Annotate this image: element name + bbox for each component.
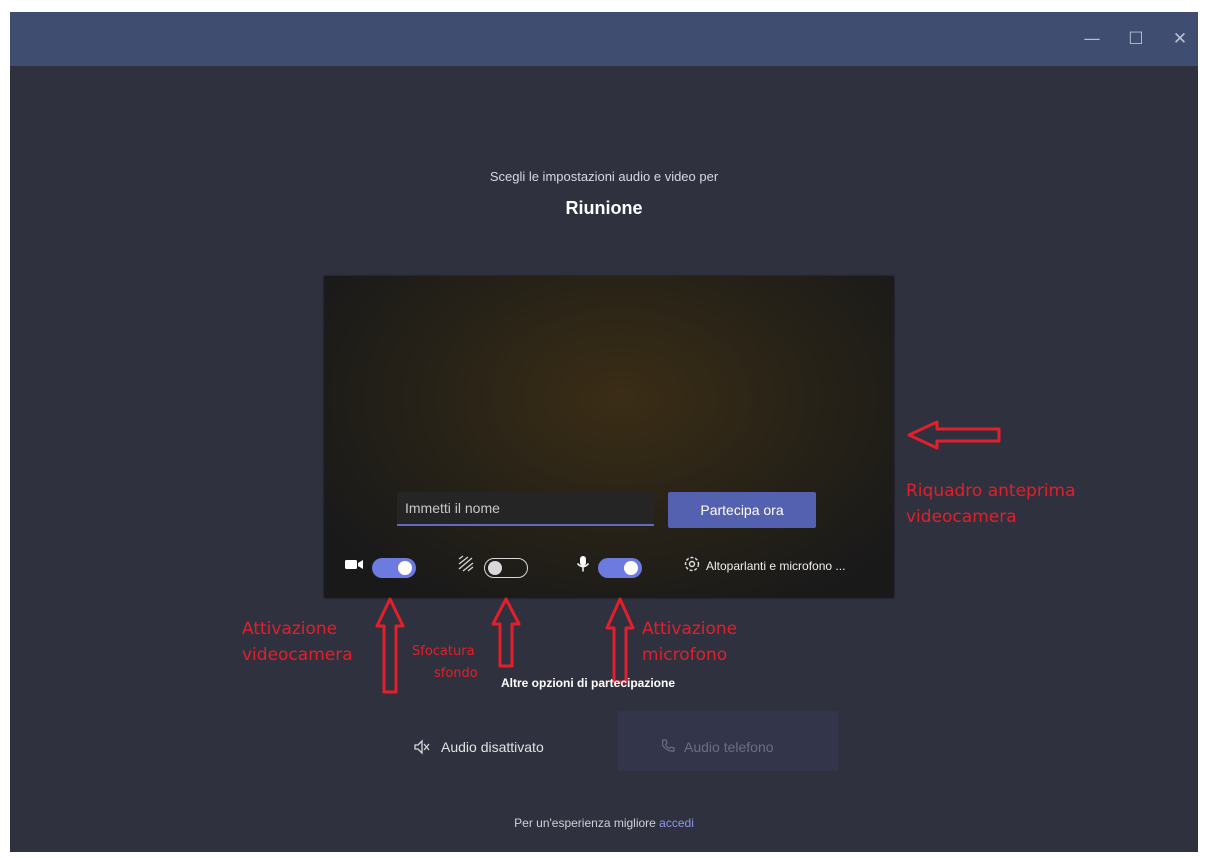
sign-in-footer: Per un'esperienza migliore accedi bbox=[10, 816, 1198, 830]
toggle-knob bbox=[624, 561, 638, 575]
sign-in-link[interactable]: accedi bbox=[659, 816, 694, 830]
name-input[interactable] bbox=[397, 492, 654, 526]
video-preview: Partecipa ora bbox=[324, 276, 894, 598]
microphone-annotation-line1: Attivazione bbox=[642, 619, 738, 639]
toggle-knob bbox=[398, 561, 412, 575]
background-blur-icon bbox=[458, 555, 474, 572]
maximize-icon[interactable]: ☐ bbox=[1116, 26, 1156, 52]
app-window: — ☐ ✕ Scegli le impostazioni audio e vid… bbox=[10, 12, 1198, 852]
camera-annotation-line1: Attivazione bbox=[242, 619, 338, 639]
camera-icon bbox=[345, 560, 363, 569]
microphone-toggle[interactable] bbox=[598, 558, 642, 578]
blur-annotation-line1: Sfocatura bbox=[412, 644, 475, 659]
left-arrow-annotation bbox=[907, 420, 1001, 450]
microphone-icon bbox=[576, 556, 590, 572]
camera-up-arrow-annotation bbox=[375, 597, 405, 694]
microphone-annotation-line2: microfono bbox=[642, 645, 728, 665]
page-subtitle: Scegli le impostazioni audio e video per bbox=[489, 169, 719, 184]
title-bar: — ☐ ✕ bbox=[10, 12, 1198, 66]
phone-icon bbox=[661, 739, 675, 752]
speaker-off-icon bbox=[414, 739, 430, 755]
blur-up-arrow-annotation bbox=[491, 597, 521, 668]
audio-off-label: Audio disattivato bbox=[441, 739, 544, 755]
blur-annotation-line2: sfondo bbox=[434, 666, 478, 681]
device-settings-label[interactable]: Altoparlanti e microfono ... bbox=[706, 559, 845, 573]
audio-off-option[interactable]: Audio disattivato bbox=[393, 727, 603, 767]
gear-icon[interactable] bbox=[682, 554, 702, 574]
join-now-button[interactable]: Partecipa ora bbox=[668, 492, 816, 528]
minimize-icon[interactable]: — bbox=[1072, 26, 1112, 52]
camera-annotation-line2: videocamera bbox=[242, 645, 353, 665]
phone-audio-option[interactable]: Audio telefono bbox=[618, 711, 838, 771]
toggle-knob bbox=[488, 560, 502, 575]
preview-annotation-line1: Riquadro anteprima bbox=[906, 481, 1076, 501]
microphone-up-arrow-annotation bbox=[605, 597, 635, 684]
device-controls: Altoparlanti e microfono ... bbox=[324, 544, 894, 588]
background-blur-toggle[interactable] bbox=[484, 558, 528, 578]
footer-text: Per un'esperienza migliore bbox=[514, 816, 660, 830]
preview-annotation-line2: videocamera bbox=[906, 507, 1017, 527]
camera-toggle[interactable] bbox=[372, 558, 416, 578]
close-icon[interactable]: ✕ bbox=[1160, 26, 1198, 52]
page-title: Riunione bbox=[565, 198, 643, 218]
phone-audio-label: Audio telefono bbox=[684, 739, 774, 755]
more-join-options-title: Altre opzioni di partecipazione bbox=[501, 676, 676, 690]
